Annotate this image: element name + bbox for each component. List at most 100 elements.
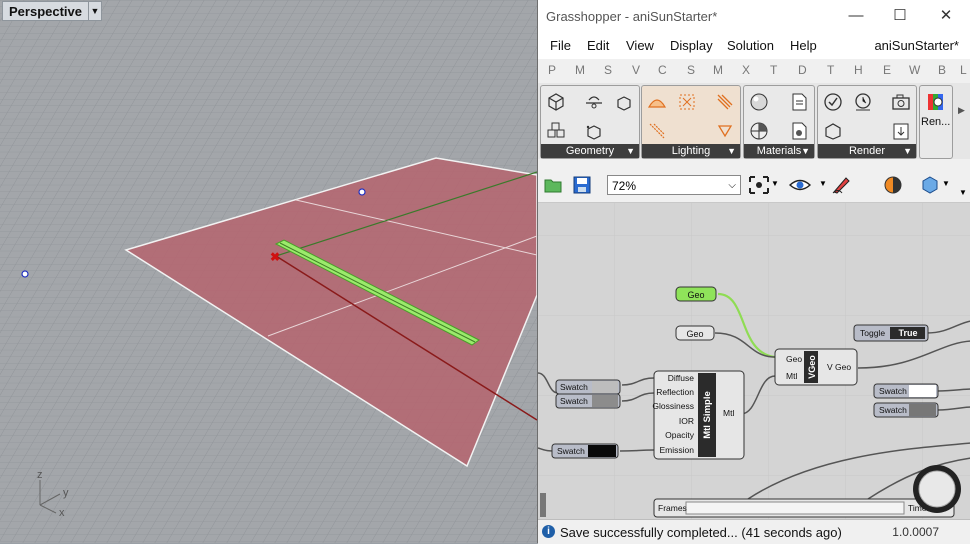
rhino-viewport[interactable]: ✖ z y x Perspective ▼ <box>0 0 537 543</box>
vgeo-component[interactable]: Geo Mtl VGeo V Geo <box>774 348 858 386</box>
swatch-label: Swatch <box>560 396 588 406</box>
box-dots-icon[interactable] <box>583 120 605 142</box>
multi-box-icon[interactable] <box>545 120 567 142</box>
category-tab[interactable]: C <box>658 63 667 77</box>
ribbon-scroll-icon[interactable]: ▶ <box>958 105 965 116</box>
menu-solution[interactable]: Solution <box>727 38 774 53</box>
zoom-level-select[interactable]: 72% ⌵ <box>607 175 741 195</box>
scene-box-icon[interactable] <box>822 120 844 142</box>
maximize-button[interactable]: ☐ <box>890 6 910 26</box>
panel-footer: Materials ▼ <box>744 144 814 158</box>
category-tab[interactable]: S <box>687 63 695 77</box>
panel-expand-icon[interactable]: ▼ <box>903 144 912 158</box>
directional-light-icon[interactable] <box>714 91 736 113</box>
panel-expand-icon[interactable]: ▼ <box>727 144 736 158</box>
geo-param-selected[interactable]: Geo <box>675 286 717 302</box>
color-palette-icon[interactable] <box>925 91 947 113</box>
swatch-param[interactable]: Swatch <box>555 379 621 395</box>
scan-icon[interactable] <box>583 91 605 113</box>
category-tab[interactable]: B <box>938 63 946 77</box>
minimize-button[interactable]: — <box>846 6 866 26</box>
category-tab[interactable]: V <box>632 63 640 77</box>
material-file-icon[interactable] <box>788 120 810 142</box>
panel-footer: Render ▼ <box>818 144 916 158</box>
close-button[interactable]: ✕ <box>936 6 956 26</box>
category-tab[interactable]: T <box>770 63 777 77</box>
category-tab[interactable]: D <box>798 63 807 77</box>
category-tab[interactable]: P <box>548 63 556 77</box>
panel-geometry: Geometry ▼ <box>540 85 640 159</box>
menu-display[interactable]: Display <box>670 38 713 53</box>
sketch-pen-icon[interactable] <box>830 174 852 196</box>
box-arrow-icon[interactable] <box>613 91 635 113</box>
menu-help[interactable]: Help <box>790 38 817 53</box>
viewport-scene[interactable]: ✖ z y x <box>0 0 537 543</box>
swatch-param[interactable]: Swatch <box>873 402 939 418</box>
swatch-param[interactable]: Swatch <box>551 443 619 459</box>
category-tab[interactable]: S <box>604 63 612 77</box>
zoom-extents-icon[interactable] <box>748 175 770 195</box>
canvas-graph[interactable]: Geo Geo Geo Mtl VGeo V Geo Diffuse Refle… <box>538 203 970 519</box>
geo-param-label: Geo <box>686 329 703 339</box>
menu-view[interactable]: View <box>626 38 654 53</box>
open-folder-icon[interactable] <box>543 175 563 195</box>
status-bar: i Save successfully completed... (41 sec… <box>538 519 970 544</box>
canvas-left-handle[interactable] <box>540 493 546 517</box>
document-preview-icon[interactable] <box>920 175 940 195</box>
swatch-param[interactable]: Swatch <box>555 393 621 409</box>
category-tab[interactable]: T <box>827 63 834 77</box>
light-grid-icon[interactable] <box>676 91 698 113</box>
component-ribbon: Geometry ▼ Lighting ▼ Materials ▼ Render ▼ <box>538 83 970 159</box>
download-icon[interactable] <box>890 120 912 142</box>
dropdown-arrow-icon[interactable]: ▼ <box>819 179 827 188</box>
light-point-1[interactable] <box>358 188 366 196</box>
clock-icon[interactable] <box>852 91 874 113</box>
material-sphere-icon[interactable] <box>748 91 770 113</box>
panel-expand-icon[interactable]: ▼ <box>626 144 635 158</box>
material-doc-icon[interactable] <box>788 91 810 113</box>
frames-label: Frames <box>658 503 687 513</box>
category-tab[interactable]: W <box>909 63 920 77</box>
spot-light-icon[interactable] <box>714 120 736 142</box>
viewport-menu-dropdown-icon[interactable]: ▼ <box>88 2 101 20</box>
menu-file[interactable]: File <box>550 38 571 53</box>
area-light-icon[interactable] <box>646 120 668 142</box>
dropdown-arrow-icon[interactable]: ▼ <box>771 179 779 188</box>
boolean-toggle[interactable]: Toggle True <box>853 324 929 342</box>
chevron-down-icon: ⌵ <box>728 180 736 191</box>
grasshopper-canvas[interactable]: Geo Geo Geo Mtl VGeo V Geo Diffuse Refle… <box>538 203 970 519</box>
sun-dome-icon[interactable] <box>646 91 668 113</box>
svg-text:x: x <box>59 507 65 519</box>
geo-param[interactable]: Geo <box>675 325 715 341</box>
category-tab[interactable]: H <box>854 63 863 77</box>
category-tab[interactable]: M <box>713 63 723 77</box>
category-tab[interactable]: L <box>960 63 967 77</box>
toolbar-overflow-icon[interactable]: ▼ <box>959 188 967 197</box>
dropdown-arrow-icon[interactable]: ▼ <box>942 179 950 188</box>
swatch-param[interactable]: Swatch <box>873 383 939 399</box>
mtl-output: Mtl <box>723 408 734 418</box>
swatch-label: Swatch <box>879 405 907 415</box>
panel-render: Render ▼ <box>817 85 917 159</box>
navigation-dial-icon[interactable] <box>913 465 961 513</box>
category-tab[interactable]: X <box>742 63 750 77</box>
light-point-2[interactable] <box>21 270 29 278</box>
menu-edit[interactable]: Edit <box>587 38 609 53</box>
render-check-icon[interactable] <box>822 91 844 113</box>
viewport-tab[interactable]: Perspective ▼ <box>2 1 102 21</box>
save-icon[interactable] <box>572 175 592 195</box>
shaded-preview-icon[interactable] <box>883 175 903 195</box>
mtl-simple-component[interactable]: Diffuse Reflection Glossiness IOR Opacit… <box>652 370 745 460</box>
box-icon[interactable] <box>545 91 567 113</box>
document-name: aniSunStarter* <box>874 38 959 53</box>
preview-eye-icon[interactable] <box>788 176 812 194</box>
canvas-toolbar: 72% ⌵ ▼ ▼ ▼ ▼ <box>538 168 970 203</box>
category-tab[interactable]: M <box>575 63 585 77</box>
status-message: Save successfully completed... (41 secon… <box>560 525 842 540</box>
frames-slider[interactable]: Frames Timer <box>653 498 955 518</box>
checker-sphere-icon[interactable] <box>748 120 770 142</box>
window-title: Grasshopper - aniSunStarter* <box>546 9 718 24</box>
category-tab[interactable]: E <box>883 63 891 77</box>
camera-icon[interactable] <box>890 91 912 113</box>
panel-expand-icon[interactable]: ▼ <box>801 144 810 158</box>
